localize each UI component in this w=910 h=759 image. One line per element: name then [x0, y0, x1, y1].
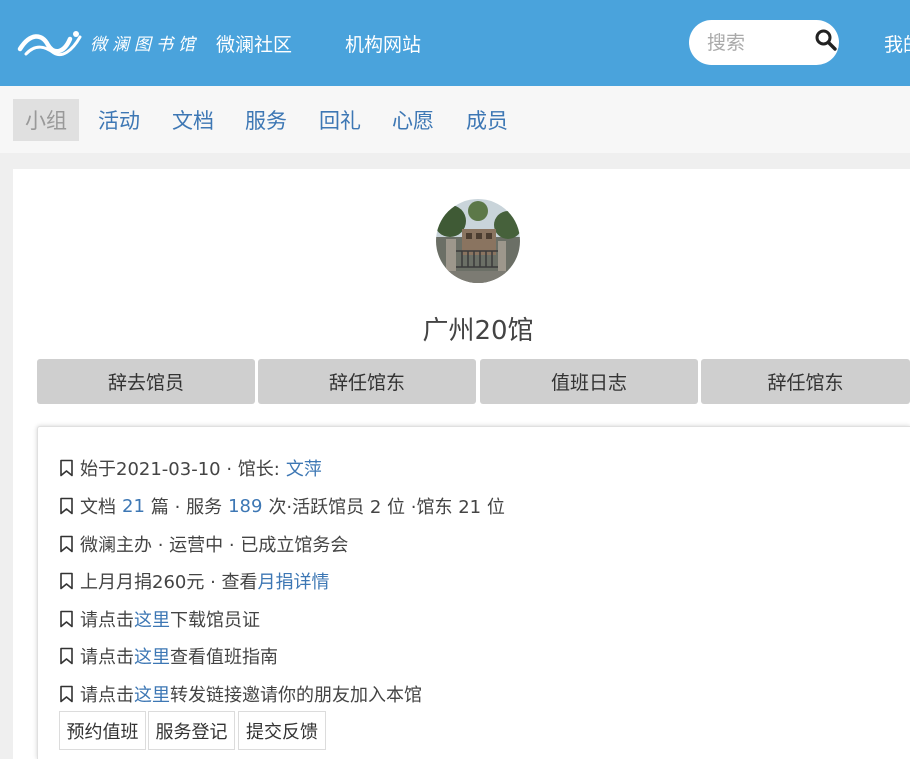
info-line-donation: 上月月捐260元 · 查看 月捐详情: [59, 566, 330, 596]
download-card-link[interactable]: 这里: [134, 606, 170, 632]
invite-text: 转发链接邀请你的朋友加入本馆: [170, 685, 422, 706]
book-shift-button[interactable]: 预约值班: [59, 711, 146, 750]
bookmark-icon: [60, 535, 73, 553]
group-title: 广州20馆: [422, 316, 534, 346]
download-text: 下载馆员证: [170, 610, 260, 631]
services-label: 篇 · 服务: [150, 497, 223, 518]
bookmark-icon: [60, 610, 73, 628]
tab-members[interactable]: 成员: [455, 99, 519, 141]
info-line-guide: 请点击 这里 查看值班指南: [59, 641, 278, 671]
donation-text: 上月月捐260元 · 查看: [80, 572, 258, 593]
bookmark-icon: [60, 459, 73, 477]
info-line-started: 始于2021-03-10 · 馆长: 文萍: [59, 453, 322, 483]
service-count-link[interactable]: 189: [228, 496, 262, 517]
resign-member-button[interactable]: 辞去馆员: [37, 359, 255, 404]
members-text: 次·活跃馆员 2 位 ·馆东 21 位: [268, 497, 505, 518]
tab-gifts[interactable]: 回礼: [308, 99, 372, 141]
logo-text: 微澜图书馆: [90, 34, 200, 55]
info-line-status: 微澜主办 · 运营中 · 已成立馆务会: [59, 529, 348, 559]
bookmark-icon: [60, 497, 73, 515]
group-subnav: 小组 活动 文档 服务 回礼 心愿 成员: [0, 86, 910, 153]
info-line-stats: 文档 21 篇 · 服务 189 次·活跃馆员 2 位 ·馆东 21 位: [59, 491, 505, 521]
search-input[interactable]: [707, 30, 807, 56]
bookmark-icon: [60, 572, 73, 590]
info-line-invite: 请点击 这里 转发链接邀请你的朋友加入本馆: [59, 679, 422, 709]
tab-services[interactable]: 服务: [234, 99, 298, 141]
submit-feedback-button[interactable]: 提交反馈: [238, 711, 326, 750]
resign-owner-button-2[interactable]: 辞任馆东: [701, 359, 910, 404]
bookmark-icon: [60, 647, 73, 665]
nav-community-link[interactable]: 微澜社区: [216, 0, 292, 86]
resign-owner-button[interactable]: 辞任馆东: [258, 359, 476, 404]
invite-link[interactable]: 这里: [134, 681, 170, 707]
status-text: 微澜主办 · 运营中 · 已成立馆务会: [80, 535, 349, 556]
my-account-link[interactable]: 我的: [884, 0, 910, 86]
group-avatar: [436, 199, 520, 283]
docs-count-link[interactable]: 21: [122, 496, 145, 517]
search-icon[interactable]: [814, 28, 838, 52]
duty-guide-link[interactable]: 这里: [134, 643, 170, 669]
click-prefix: 请点击: [80, 647, 134, 668]
logo-wave-icon: [17, 31, 82, 57]
info-line-download: 请点击 这里 下载馆员证: [59, 604, 260, 634]
tab-activities[interactable]: 活动: [87, 99, 151, 141]
nav-site-link[interactable]: 机构网站: [345, 0, 421, 86]
service-register-button[interactable]: 服务登记: [148, 711, 235, 750]
site-logo[interactable]: 微澜图书馆: [16, 22, 200, 62]
tab-documents[interactable]: 文档: [161, 99, 225, 141]
top-header: 微澜图书馆 微澜社区 机构网站 我的: [0, 0, 910, 86]
started-text: 始于2021-03-10 · 馆长:: [80, 459, 280, 480]
donation-detail-link[interactable]: 月捐详情: [258, 568, 330, 594]
click-prefix: 请点击: [80, 685, 134, 706]
guide-text: 查看值班指南: [170, 647, 278, 668]
tab-group[interactable]: 小组: [13, 99, 79, 141]
bookmark-icon: [60, 685, 73, 703]
click-prefix: 请点击: [80, 610, 134, 631]
curator-link[interactable]: 文萍: [286, 455, 322, 481]
tab-wishes[interactable]: 心愿: [381, 99, 445, 141]
docs-label: 文档: [80, 497, 116, 518]
duty-log-button[interactable]: 值班日志: [480, 359, 698, 404]
